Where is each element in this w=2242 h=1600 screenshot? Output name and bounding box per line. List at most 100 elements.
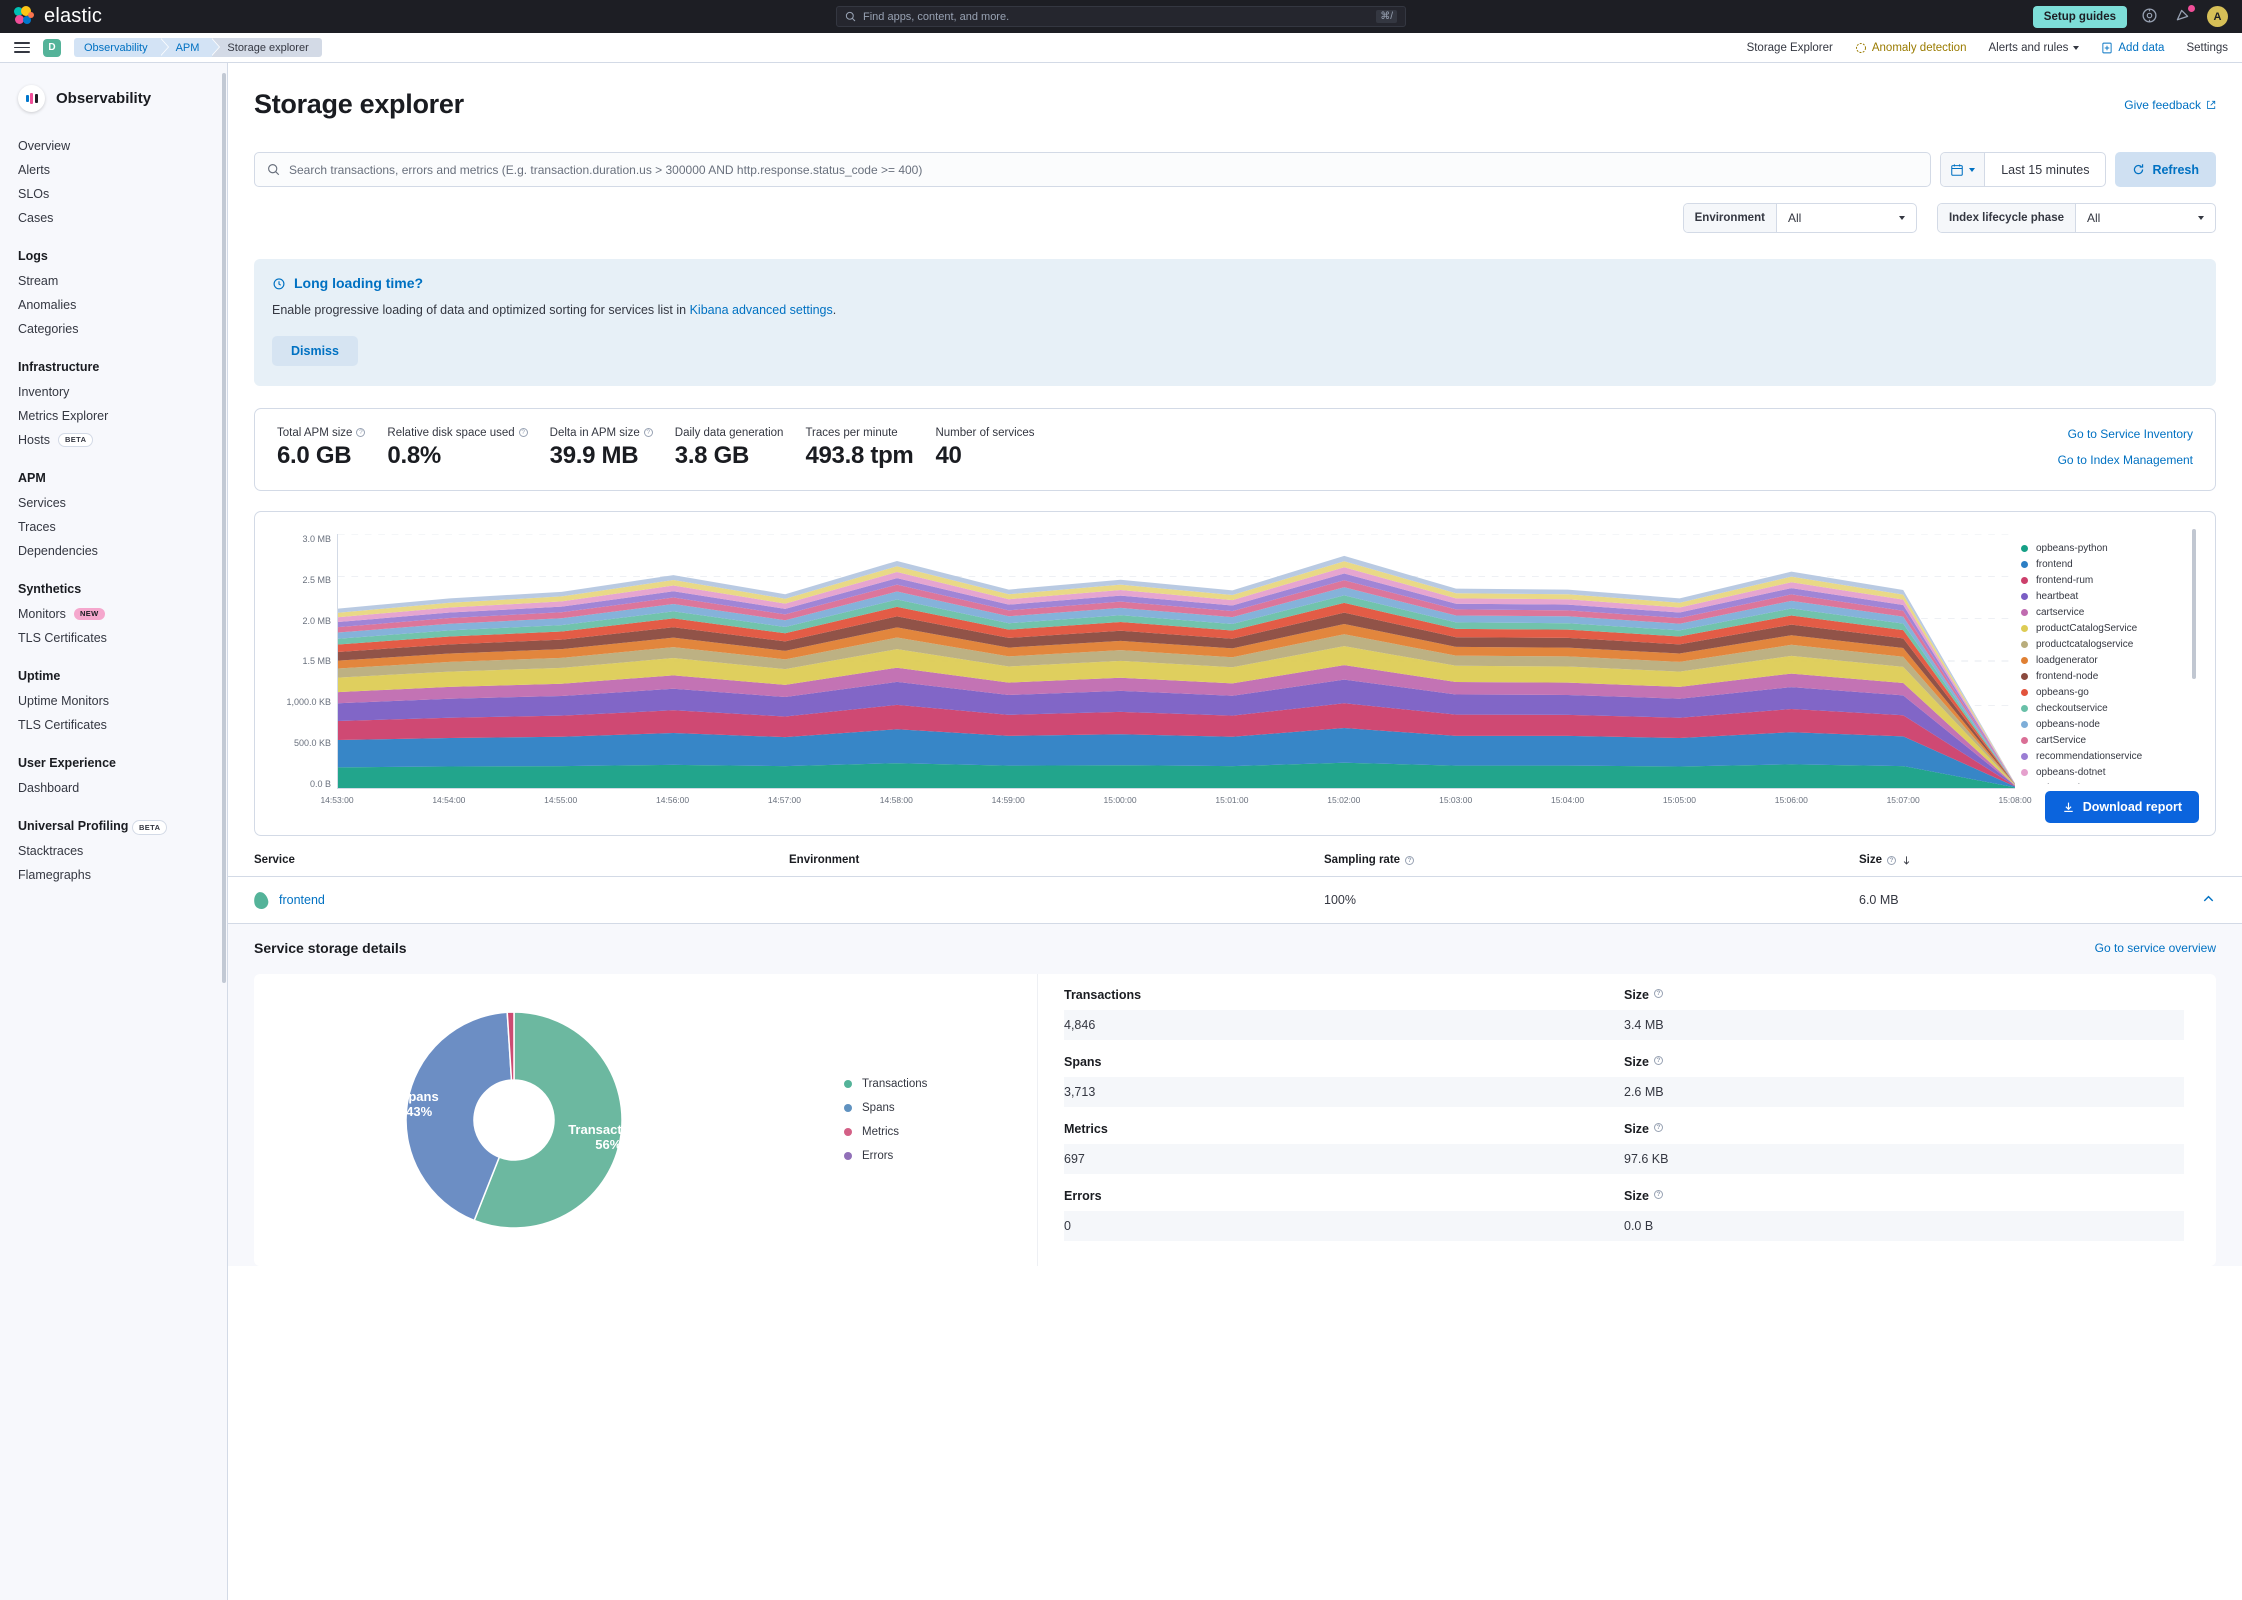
- legend-item[interactable]: opbeans-dotnet: [2021, 764, 2201, 780]
- sidebar-scrollbar[interactable]: [222, 73, 226, 983]
- news-icon[interactable]: [2174, 7, 2193, 26]
- go-to-service-inventory-link[interactable]: Go to Service Inventory: [2058, 427, 2193, 441]
- cell-service[interactable]: frontend: [254, 892, 789, 909]
- elastic-wordmark: elastic: [44, 5, 102, 28]
- legend-item[interactable]: frontend: [2021, 556, 2201, 572]
- legend-item[interactable]: frontend-node: [2021, 668, 2201, 684]
- service-link[interactable]: frontend: [254, 892, 789, 909]
- legend-item[interactable]: productcatalogservice: [2021, 636, 2201, 652]
- legend-item[interactable]: opbeans-java: [2021, 780, 2201, 784]
- legend-item[interactable]: frontend-rum: [2021, 572, 2201, 588]
- nav-settings[interactable]: Settings: [2186, 42, 2228, 54]
- sidebar-item-anomalies[interactable]: Anomalies: [0, 293, 227, 317]
- space-badge[interactable]: D: [43, 39, 61, 57]
- nav-storage-explorer[interactable]: Storage Explorer: [1747, 42, 1833, 54]
- column-header-size[interactable]: Size ?: [1859, 854, 2216, 866]
- legend-item[interactable]: opbeans-node: [2021, 716, 2201, 732]
- sidebar-item-categories[interactable]: Categories: [0, 317, 227, 341]
- legend-item[interactable]: opbeans-python: [2021, 540, 2201, 556]
- sidebar-item-metrics-explorer[interactable]: Metrics Explorer: [0, 404, 227, 428]
- breakdown-header: Spans Size ?: [1064, 1055, 2184, 1077]
- sidebar-item-hosts[interactable]: Hosts BETA: [0, 428, 227, 452]
- sidebar-item-tls-certificates-synthetics[interactable]: TLS Certificates: [0, 626, 227, 650]
- sidebar-item-tls-certificates-uptime[interactable]: TLS Certificates: [0, 713, 227, 737]
- help-icon[interactable]: ?: [1654, 1190, 1663, 1199]
- help-icon[interactable]: ?: [1654, 1056, 1663, 1065]
- environment-filter-select[interactable]: All: [1777, 204, 1916, 232]
- legend-item[interactable]: heartbeat: [2021, 588, 2201, 604]
- sidebar-item-uptime-monitors[interactable]: Uptime Monitors: [0, 689, 227, 713]
- global-search-input[interactable]: Find apps, content, and more. ⌘/: [836, 6, 1406, 27]
- nav-add-data[interactable]: Add data: [2101, 42, 2164, 54]
- sidebar-item-traces[interactable]: Traces: [0, 515, 227, 539]
- help-icon[interactable]: ?: [1654, 989, 1663, 998]
- index-lifecycle-phase-filter-select[interactable]: All: [2076, 204, 2215, 232]
- setup-guides-button[interactable]: Setup guides: [2033, 6, 2127, 28]
- breakdown-block-errors: Errors Size ? 0 0.0 B: [1064, 1189, 2184, 1241]
- sort-descending-icon[interactable]: [1901, 855, 1912, 866]
- index-lifecycle-phase-filter[interactable]: Index lifecycle phase All: [1937, 203, 2216, 233]
- dismiss-button[interactable]: Dismiss: [272, 336, 358, 366]
- donut-legend-item[interactable]: Errors: [844, 1150, 927, 1162]
- legend-item[interactable]: cartservice: [2021, 604, 2201, 620]
- nav-alerts-and-rules[interactable]: Alerts and rules: [1988, 42, 2079, 54]
- sidebar-item-slos[interactable]: SLOs: [0, 182, 227, 206]
- sidebar-item-flamegraphs[interactable]: Flamegraphs: [0, 863, 227, 887]
- avatar[interactable]: A: [2207, 6, 2228, 27]
- donut-legend-item[interactable]: Metrics: [844, 1126, 927, 1138]
- global-search-shortcut: ⌘/: [1376, 10, 1397, 23]
- search-input[interactable]: Search transactions, errors and metrics …: [254, 152, 1931, 187]
- environment-filter[interactable]: Environment All: [1683, 203, 1917, 233]
- chart-plot-area[interactable]: [337, 534, 2015, 789]
- column-header-service[interactable]: Service: [254, 854, 789, 866]
- sidebar-item-overview[interactable]: Overview: [0, 134, 227, 158]
- help-icon[interactable]: ?: [519, 428, 528, 437]
- refresh-button[interactable]: Refresh: [2115, 152, 2216, 187]
- donut-chart[interactable]: Transactions56%Spans43%: [254, 995, 814, 1245]
- go-to-index-management-link[interactable]: Go to Index Management: [2058, 453, 2193, 467]
- filters-row: Environment All Index lifecycle phase Al…: [254, 203, 2216, 233]
- breadcrumb-item-observability[interactable]: Observability: [74, 38, 161, 57]
- sidebar-item-dependencies[interactable]: Dependencies: [0, 539, 227, 563]
- help-icon[interactable]: ?: [356, 428, 365, 437]
- donut-legend-item[interactable]: Spans: [844, 1102, 927, 1114]
- legend-item[interactable]: opbeans-go: [2021, 684, 2201, 700]
- sidebar-item-stacktraces[interactable]: Stacktraces: [0, 839, 227, 863]
- legend-item[interactable]: loadgenerator: [2021, 652, 2201, 668]
- date-range-value[interactable]: Last 15 minutes: [1985, 163, 2105, 177]
- table-row[interactable]: frontend 100% 6.0 MB: [228, 877, 2242, 924]
- collapse-row-icon[interactable]: [2201, 891, 2216, 909]
- give-feedback-link[interactable]: Give feedback: [2124, 98, 2216, 112]
- sidebar-item-alerts[interactable]: Alerts: [0, 158, 227, 182]
- breadcrumb-item-apm[interactable]: APM: [161, 38, 213, 57]
- legend-scrollbar[interactable]: [2192, 529, 2196, 679]
- help-icon[interactable]: ?: [1887, 856, 1896, 865]
- help-icon[interactable]: [2141, 7, 2160, 26]
- help-icon[interactable]: ?: [1654, 1123, 1663, 1132]
- help-icon[interactable]: ?: [644, 428, 653, 437]
- donut-legend-item[interactable]: Transactions: [844, 1078, 927, 1090]
- calendar-quick-select[interactable]: [1941, 153, 1985, 186]
- sidebar-item-cases[interactable]: Cases: [0, 206, 227, 230]
- column-header-sampling-rate[interactable]: Sampling rate ?: [1324, 854, 1859, 866]
- nav-anomaly-detection[interactable]: Anomaly detection: [1855, 42, 1967, 54]
- help-icon[interactable]: ?: [1405, 856, 1414, 865]
- sidebar-item-monitors[interactable]: Monitors NEW: [0, 602, 227, 626]
- sidebar-item-stream[interactable]: Stream: [0, 269, 227, 293]
- download-report-button[interactable]: Download report: [2045, 791, 2199, 823]
- sidebar-item-services[interactable]: Services: [0, 491, 227, 515]
- sidebar-group-user-experience: User Experience Dashboard: [0, 753, 227, 800]
- sidebar-item-inventory[interactable]: Inventory: [0, 380, 227, 404]
- column-header-environment[interactable]: Environment: [789, 854, 1324, 866]
- sidebar-item-dashboard[interactable]: Dashboard: [0, 776, 227, 800]
- menu-toggle-icon[interactable]: [14, 42, 30, 53]
- go-to-service-overview-link[interactable]: Go to service overview: [2095, 941, 2216, 955]
- legend-item[interactable]: cartService: [2021, 732, 2201, 748]
- elastic-logo[interactable]: elastic: [14, 5, 102, 28]
- legend-item[interactable]: checkoutservice: [2021, 700, 2201, 716]
- date-picker[interactable]: Last 15 minutes: [1940, 152, 2106, 187]
- legend-item[interactable]: recommendationservice: [2021, 748, 2201, 764]
- breakdown-key-label: Spans: [1064, 1055, 1624, 1069]
- kibana-advanced-settings-link[interactable]: Kibana advanced settings: [690, 303, 833, 317]
- legend-item[interactable]: productCatalogService: [2021, 620, 2201, 636]
